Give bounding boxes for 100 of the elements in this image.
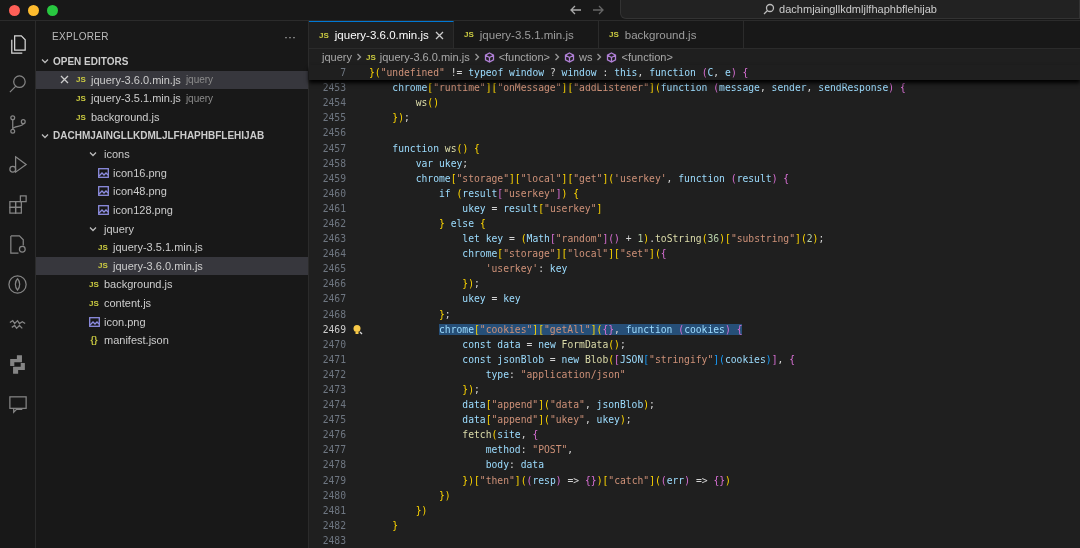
search-icon (763, 3, 776, 15)
folder-name: jquery (104, 222, 134, 235)
breadcrumb-item[interactable]: ws (579, 51, 593, 64)
line-number: 2473 (321, 384, 346, 395)
window-control[interactable] (47, 4, 58, 16)
code-line: type: "application/json" (484, 368, 626, 380)
file-name: icon128.png (113, 204, 173, 217)
code-line: }); (391, 112, 410, 124)
search-field[interactable]: dachmjaingllkdmljlfhaphbflehijab (620, 0, 1080, 19)
line-number: 2465 (321, 263, 346, 275)
line-number: 2462 (321, 218, 346, 229)
file-item[interactable]: icon.png (36, 312, 308, 331)
code-line: }); (461, 384, 480, 395)
open-editor-item[interactable]: JS background.js (36, 107, 308, 127)
code-line: var ukey; (414, 157, 469, 169)
search-text: dachmjaingllkdmljlfhaphbflehijab (779, 3, 937, 15)
code-line: function ws() { (391, 142, 480, 154)
cube-icon (606, 51, 618, 63)
file-item[interactable]: icon48.png (36, 182, 308, 201)
breadcrumb-item[interactable]: <function> (621, 51, 673, 64)
line-number: 2468 (321, 308, 346, 320)
code-line: } else { (438, 218, 486, 229)
line-number: 2472 (321, 368, 346, 380)
file-item[interactable]: JS background.js (36, 275, 308, 294)
line-number: 7 (339, 67, 346, 79)
folder-item[interactable]: icons (36, 144, 308, 164)
folder-name: icons (104, 148, 130, 161)
window-control[interactable] (28, 4, 39, 16)
file-name: jquery-3.5.1.min.js (113, 241, 203, 254)
json-file-icon: {} (90, 335, 98, 346)
file-item[interactable]: {} manifest.json (36, 330, 308, 350)
image-file-icon (97, 205, 109, 216)
close-icon[interactable] (434, 30, 444, 40)
file-name: jquery-3.6.0.min.js (113, 259, 203, 272)
folder-item[interactable]: jquery (36, 219, 308, 238)
forward-arrow-icon[interactable] (592, 4, 604, 16)
code-line: chrome["storage"]["local"]["get"]('userkey', function (result) { (414, 172, 790, 184)
section-header[interactable]: OPEN EDITORS (36, 52, 308, 71)
blocks-icon[interactable] (6, 193, 29, 216)
monitor-chat-icon[interactable] (6, 393, 29, 416)
code-line: })["then"]((resp) => {})["catch"]((err) => {}) (461, 474, 731, 486)
js-file-icon: JS (89, 279, 99, 289)
section-header[interactable]: DACHMJAINGLLKDMLJLFHAPHBFLEHIJAB (36, 126, 308, 145)
breadcrumb-item[interactable]: jquery (322, 51, 352, 64)
code-line: data["append"]("data", jsonBlob); (461, 399, 655, 411)
line-number: 2453 (321, 82, 346, 94)
code-line: if (result["userkey"]) { (438, 187, 580, 199)
line-number: 2459 (321, 172, 346, 184)
code-line: }) (414, 504, 428, 516)
code-line: 'userkey': key (484, 263, 568, 275)
open-editor-item[interactable]: JS jquery-3.5.1.min.js jquery (36, 89, 308, 108)
code-line: fetch(site, { (461, 429, 539, 441)
js-file-icon: JS (464, 30, 474, 40)
window-control[interactable] (9, 4, 20, 16)
line-number: 2483 (321, 534, 346, 546)
line-number: 2482 (321, 519, 346, 531)
chevron-right-icon (595, 53, 604, 62)
line-number: 2474 (321, 399, 346, 411)
section-title: OPEN EDITORS (53, 55, 129, 67)
line-number: 2457 (321, 142, 346, 154)
file-item[interactable]: JS jquery-3.5.1.min.js (36, 237, 308, 257)
line-number: 2478 (321, 459, 346, 471)
line-number: 2471 (321, 353, 346, 365)
line-number: 2481 (321, 504, 346, 516)
breadcrumb-item[interactable]: jquery-3.6.0.min.js (379, 51, 470, 64)
code-line: chrome["runtime"]["onMessage"]["addListener"](function (message, sender, sendResponse) { (391, 82, 906, 94)
line-number: 2467 (321, 293, 346, 305)
line-number: 2461 (321, 202, 346, 214)
cube-icon (564, 51, 575, 63)
code-line: let key = (Math["random"]() + 1).toString(36)["substring"](2); (461, 233, 825, 245)
file-item[interactable]: JS content.js (36, 293, 308, 313)
code-line: }) (438, 489, 451, 501)
breadcrumb-item[interactable]: <function> (498, 51, 550, 64)
file-name: manifest.json (104, 334, 169, 347)
code-line: }("undefined" != typeof window ? window : this, function (C, e) { (369, 67, 749, 79)
line-number: 2458 (321, 157, 346, 169)
code-line: method: "POST", (484, 444, 574, 456)
file-item[interactable]: JS jquery-3.6.0.min.js (36, 256, 308, 276)
editor-tab[interactable]: JS jquery-3.6.0.min.js (309, 21, 454, 49)
js-file-icon: JS (76, 94, 86, 103)
code-line: body: data (484, 459, 545, 471)
code-line: } (391, 519, 399, 531)
line-number: 2466 (321, 278, 346, 290)
play-bug-icon[interactable] (6, 153, 29, 176)
code-line: chrome["storage"]["local"]["set"]({ (461, 248, 667, 260)
code-line: const jsonBlob = new Blob([JSON["stringify"](cookies)], { (461, 353, 795, 365)
open-editor-item[interactable]: JS jquery-3.6.0.min.js jquery (36, 70, 308, 90)
more-actions-button[interactable]: ··· (284, 29, 296, 44)
back-arrow-icon[interactable] (570, 4, 582, 16)
file-name: icon.png (104, 315, 146, 328)
image-file-icon (88, 316, 100, 327)
close-icon[interactable] (59, 75, 69, 85)
line-number: 2479 (321, 474, 346, 486)
file-name: content.js (104, 297, 152, 309)
section-title: DACHMJAINGLLKDMLJLFHAPHBFLEHIJAB (53, 130, 265, 142)
line-number: 2475 (321, 414, 346, 426)
file-item[interactable]: icon128.png (36, 200, 308, 220)
leaf-circle-icon[interactable] (6, 273, 29, 296)
js-file-icon: JS (76, 75, 86, 85)
file-item[interactable]: icon16.png (36, 163, 308, 183)
